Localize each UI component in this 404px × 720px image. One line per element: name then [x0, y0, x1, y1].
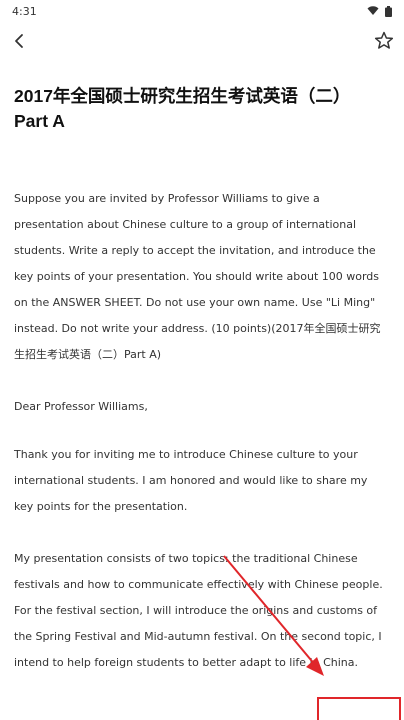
favorite-button[interactable]: [372, 28, 396, 54]
status-bar: 4:31: [0, 0, 404, 22]
back-button[interactable]: [8, 28, 32, 54]
battery-icon: [385, 5, 392, 17]
back-arrow-icon: [15, 34, 23, 48]
article-paragraph-topics: My presentation consists of two topics: …: [14, 552, 383, 669]
article-body: Suppose you are invited by Professor Wil…: [14, 186, 394, 676]
article-title: 2017年全国硕士研究生招生考试英语（二） Part A: [14, 86, 351, 131]
article-paragraph-thanks: Thank you for inviting me to introduce C…: [14, 448, 368, 513]
top-toolbar: [0, 24, 404, 58]
article-paragraph-prompt: Suppose you are invited by Professor Wil…: [14, 192, 381, 361]
annotation-highlight-box: [317, 697, 401, 720]
status-icons: [367, 5, 392, 17]
status-time: 4:31: [12, 4, 37, 18]
wifi-icon: [367, 6, 379, 15]
article-paragraph-salutation: Dear Professor Williams,: [14, 400, 148, 413]
star-icon: [374, 31, 394, 49]
